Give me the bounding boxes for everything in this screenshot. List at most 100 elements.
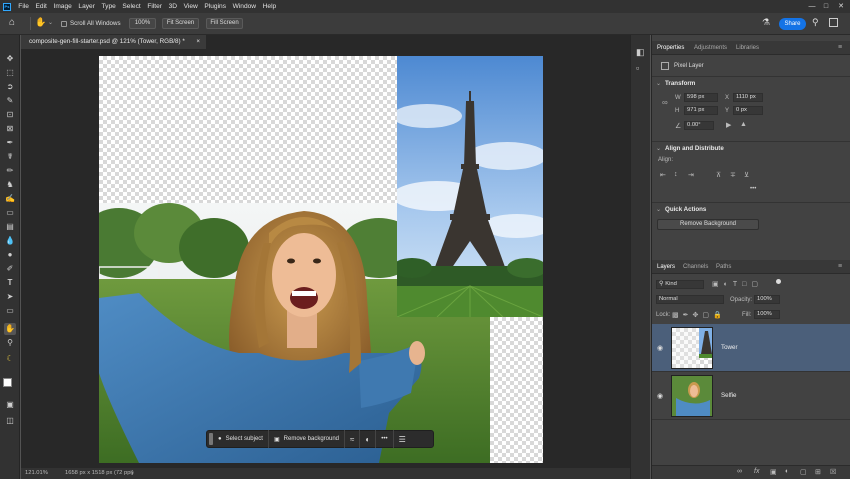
eye-icon[interactable]: ◉ [657, 392, 663, 400]
lock-icons[interactable]: ▩✒✥▢🔒 [672, 311, 726, 319]
lasso-tool-icon[interactable]: ➲ [4, 81, 16, 93]
align-left-icon[interactable]: ⇤ [660, 171, 666, 179]
move-tool-icon[interactable]: ✥ [4, 53, 16, 65]
contrast-icon[interactable]: ◐ [360, 430, 377, 448]
comments-icon[interactable]: ▫ [636, 63, 639, 73]
eraser-tool-icon[interactable]: ▭ [4, 207, 16, 219]
zoom-tool-icon[interactable]: ⚲ [4, 337, 16, 349]
beaker-icon[interactable]: ⚗ [762, 17, 770, 28]
menu-view[interactable]: View [180, 3, 201, 10]
adjustment-layer-icon[interactable]: ◐ [785, 468, 789, 475]
layer-filter-select[interactable]: ⚲ Kind [656, 280, 704, 289]
tab-properties[interactable]: Properties [657, 41, 684, 55]
menu-filter[interactable]: Filter [144, 3, 165, 10]
layer-filter-icons[interactable]: ▣◐T□▢ [712, 280, 763, 288]
close-tab-icon[interactable]: × [196, 35, 200, 49]
fill-screen-button[interactable]: Fill Screen [206, 18, 243, 29]
hand-tool-icon[interactable]: ✋ [4, 323, 16, 335]
new-layer-icon[interactable]: ⊞ [815, 468, 821, 476]
flip-vertical-icon[interactable]: ▲ [740, 121, 747, 128]
maximize-icon[interactable]: □ [819, 0, 833, 13]
minimize-icon[interactable]: — [805, 0, 819, 13]
tab-libraries[interactable]: Libraries [736, 41, 759, 55]
menu-type[interactable]: Type [98, 3, 119, 10]
align-bottom-icon[interactable]: ⊻ [744, 171, 749, 179]
chevron-down-icon[interactable]: ⌄ [656, 206, 661, 213]
pen-tool-icon[interactable]: ✐ [4, 263, 16, 275]
scroll-all-windows-checkbox[interactable] [61, 21, 67, 27]
menu-3d[interactable]: 3D [165, 3, 180, 10]
y-field[interactable]: 0 px [733, 106, 763, 115]
remove-background-button[interactable]: ▣ Remove background [269, 430, 346, 448]
add-mask-icon[interactable]: ▣ [770, 468, 777, 476]
panel-menu-icon[interactable]: ≡ [838, 41, 842, 55]
zoom-100-button[interactable]: 100% [129, 18, 156, 29]
workspace-icon[interactable] [829, 18, 838, 27]
menu-help[interactable]: Help [259, 3, 279, 10]
remove-background-button[interactable]: Remove Background [657, 219, 759, 230]
screen-mode-icon[interactable]: ◫ [4, 415, 16, 427]
link-layers-icon[interactable]: ∞ [737, 468, 742, 475]
width-field[interactable]: 598 px [684, 93, 718, 102]
brush-tool-icon[interactable]: ✏ [4, 165, 16, 177]
blur-tool-icon[interactable]: 💧 [4, 235, 16, 247]
filter-toggle-icon[interactable] [776, 279, 781, 284]
dodge-tool-icon[interactable]: ● [4, 249, 16, 261]
delete-layer-icon[interactable]: ☒ [830, 468, 836, 476]
crop-tool-icon[interactable]: ⊡ [4, 109, 16, 121]
more-options-button[interactable]: ••• [376, 430, 394, 448]
layer-row-tower[interactable]: ◉ Tower [652, 324, 850, 372]
menu-layer[interactable]: Layer [75, 3, 98, 10]
document-tab[interactable]: composite-gen-fill-starter.psd @ 121% (T… [21, 35, 206, 49]
clone-stamp-tool-icon[interactable]: ♞ [4, 179, 16, 191]
panel-menu-icon[interactable]: ≡ [838, 260, 842, 274]
align-top-icon[interactable]: ⊼ [716, 171, 721, 179]
menu-image[interactable]: Image [50, 3, 75, 10]
fill-field[interactable]: 100% [754, 310, 780, 319]
chevron-down-icon[interactable]: ⌄ [656, 145, 661, 152]
menu-file[interactable]: File [15, 3, 32, 10]
path-selection-tool-icon[interactable]: ➤ [4, 291, 16, 303]
tab-channels[interactable]: Channels [683, 260, 708, 274]
align-center-icon[interactable]: ↕ [674, 171, 678, 178]
opacity-field[interactable]: 100% [754, 295, 780, 304]
banana-icon[interactable]: ☾ [4, 353, 16, 365]
menu-edit[interactable]: Edit [32, 3, 50, 10]
settings-sliders-icon[interactable]: ☰ [394, 430, 411, 448]
chevron-right-icon[interactable]: › [131, 468, 133, 479]
eye-icon[interactable]: ◉ [657, 344, 663, 352]
rectangle-tool-icon[interactable]: ▭ [4, 305, 16, 317]
tab-adjustments[interactable]: Adjustments [694, 41, 727, 55]
tab-paths[interactable]: Paths [716, 260, 731, 274]
blend-mode-select[interactable]: Normal [656, 295, 724, 304]
chevron-down-icon[interactable]: ⌄ [656, 80, 661, 87]
align-right-icon[interactable]: ⇥ [688, 171, 694, 179]
new-group-icon[interactable]: ▢ [800, 468, 807, 476]
frame-tool-icon[interactable]: ⊠ [4, 123, 16, 135]
menu-plugins[interactable]: Plugins [201, 3, 229, 10]
select-subject-button[interactable]: ● Select subject [213, 430, 269, 448]
link-icon[interactable]: ∞ [662, 98, 668, 107]
hand-tool-icon[interactable]: ✋ [35, 17, 46, 28]
angle-field[interactable]: 0.00° [684, 121, 714, 130]
canvas-area[interactable]: ● Select subject ▣ Remove background ≈ ◐… [21, 49, 630, 468]
layer-row-selfie[interactable]: ◉ Selfie [652, 372, 850, 420]
history-brush-tool-icon[interactable]: ✍ [4, 193, 16, 205]
more-align-button[interactable]: ••• [750, 186, 756, 192]
eyedropper-tool-icon[interactable]: ✒ [4, 137, 16, 149]
flip-horizontal-icon[interactable]: ▶ [726, 121, 731, 129]
object-selection-tool-icon[interactable]: ✎ [4, 95, 16, 107]
foreground-color-swatch[interactable] [3, 378, 12, 387]
x-field[interactable]: 1110 px [733, 93, 763, 102]
zoom-level[interactable]: 121.01% [25, 468, 48, 479]
close-icon[interactable]: ✕ [834, 0, 848, 13]
quick-mask-icon[interactable]: ▣ [4, 399, 16, 411]
share-button[interactable]: Share [779, 18, 806, 30]
height-field[interactable]: 971 px [684, 106, 718, 115]
chevron-down-icon[interactable]: ⌄ [48, 19, 53, 26]
history-icon[interactable]: ◧ [636, 47, 645, 58]
menu-select[interactable]: Select [119, 3, 144, 10]
search-icon[interactable]: ⚲ [812, 17, 819, 28]
tab-layers[interactable]: Layers [657, 260, 675, 274]
adjust-icon[interactable]: ≈ [345, 430, 361, 448]
